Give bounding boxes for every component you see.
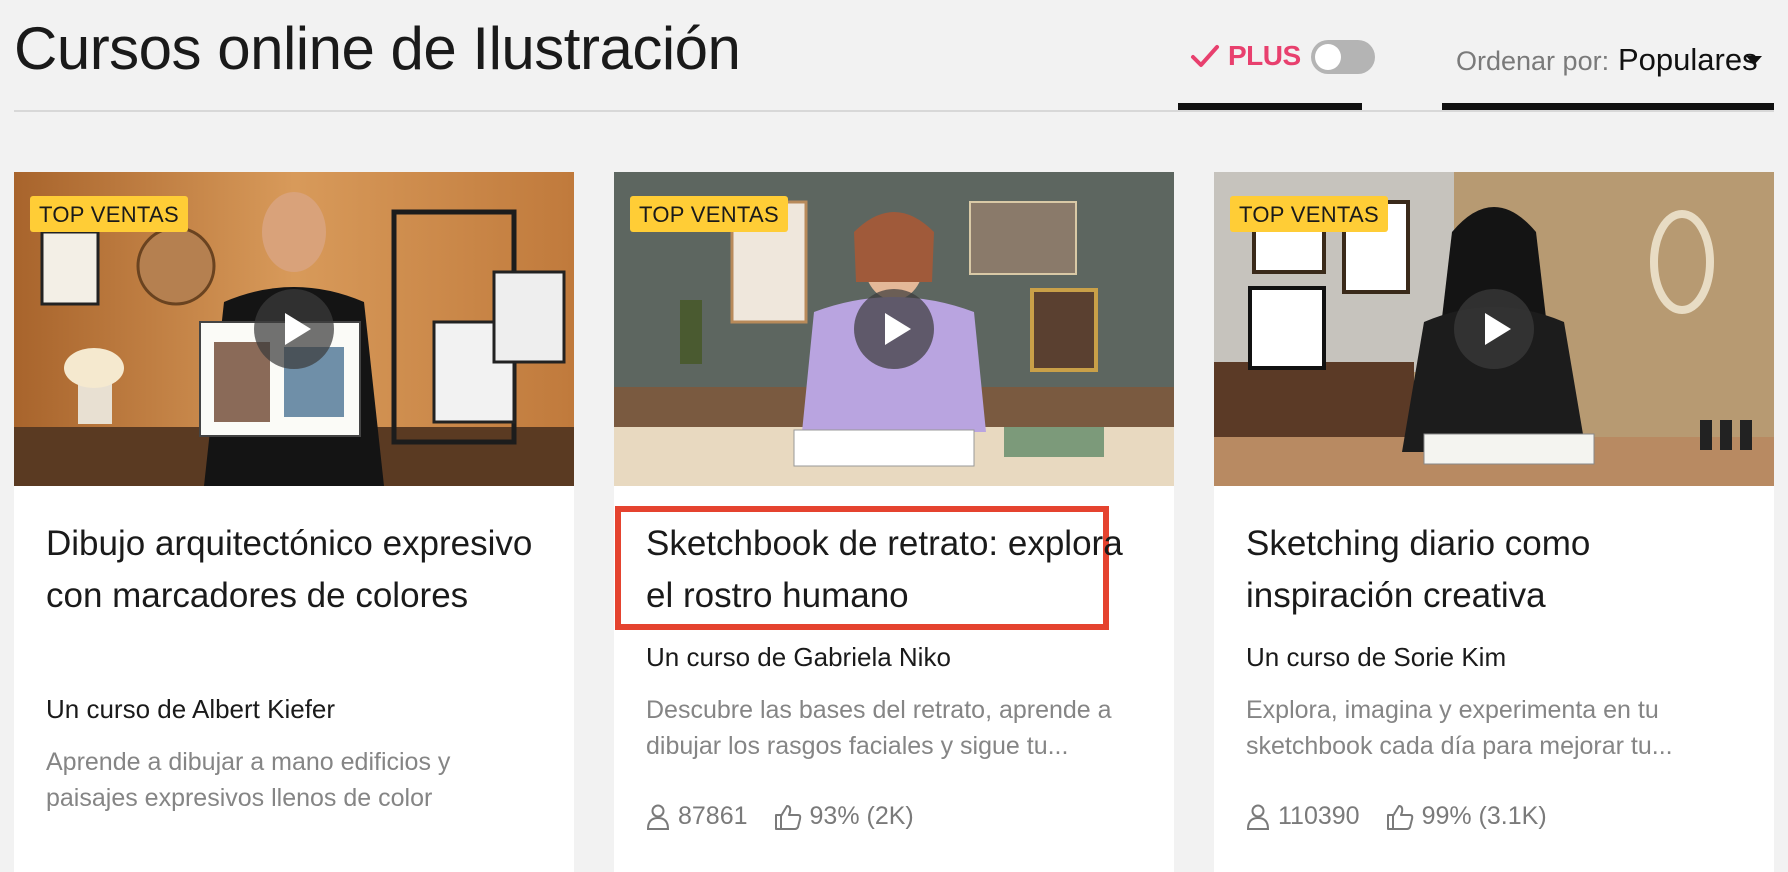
page-title: Cursos online de Ilustración (14, 15, 741, 82)
chevron-down-icon (1746, 56, 1762, 65)
top-sales-badge: TOP VENTAS (1230, 196, 1388, 232)
thumbs-up-icon (1386, 804, 1413, 830)
page-header: Cursos online de Ilustración PLUS Ordena… (14, 0, 1774, 112)
course-title[interactable]: Sketching diario como inspiración creati… (1246, 518, 1746, 622)
course-description: Descubre las bases del retrato, aprende … (646, 696, 1112, 760)
play-icon[interactable] (1454, 289, 1534, 369)
course-thumbnail[interactable]: TOP VENTAS (1214, 172, 1774, 486)
course-author[interactable]: Un curso de Albert Kiefer (46, 694, 335, 725)
course-title[interactable]: Dibujo arquitectónico expresivo con marc… (46, 518, 546, 622)
toggle-knob (1315, 44, 1341, 70)
course-author[interactable]: Un curso de Gabriela Niko (646, 642, 951, 673)
course-description: Explora, imagina y experimenta en tu ske… (1246, 696, 1673, 760)
course-thumbnail[interactable]: TOP VENTAS (614, 172, 1174, 486)
thumbs-up-icon (774, 804, 801, 830)
students-count: 110390 (1278, 802, 1360, 830)
course-stats: 110390 99% (3.1K) (1246, 802, 1547, 831)
plus-toggle[interactable] (1311, 40, 1375, 74)
course-author[interactable]: Un curso de Sorie Kim (1246, 642, 1506, 673)
user-icon (646, 804, 670, 830)
user-icon (1246, 804, 1270, 830)
course-stats: 87861 93% (2K) (646, 802, 914, 831)
course-card[interactable]: TOP VENTAS Sketching diario como inspira… (1214, 172, 1774, 872)
course-card[interactable]: TOP VENTAS Sketchbook de retrato: explor… (614, 172, 1174, 872)
sort-label: Ordenar por: (1456, 46, 1610, 76)
sort-dropdown[interactable]: Ordenar por: Populares (1442, 36, 1774, 110)
check-icon (1191, 45, 1219, 67)
plus-filter[interactable]: PLUS (1178, 36, 1375, 110)
rating: 99% (3.1K) (1421, 802, 1547, 830)
play-icon[interactable] (854, 289, 934, 369)
students-count: 87861 (678, 802, 748, 830)
top-sales-badge: TOP VENTAS (630, 196, 788, 232)
play-icon[interactable] (254, 289, 334, 369)
top-sales-badge: TOP VENTAS (30, 196, 188, 232)
plus-label: PLUS (1228, 40, 1301, 71)
course-description: Aprende a dibujar a mano edificios y pai… (46, 748, 451, 812)
course-title[interactable]: Sketchbook de retrato: explora el rostro… (646, 518, 1146, 622)
sort-value: Populares (1618, 42, 1758, 77)
rating: 93% (2K) (809, 802, 914, 830)
course-thumbnail[interactable]: TOP VENTAS (14, 172, 574, 486)
course-card[interactable]: TOP VENTAS Dibujo arquitectónico expresi… (14, 172, 574, 872)
